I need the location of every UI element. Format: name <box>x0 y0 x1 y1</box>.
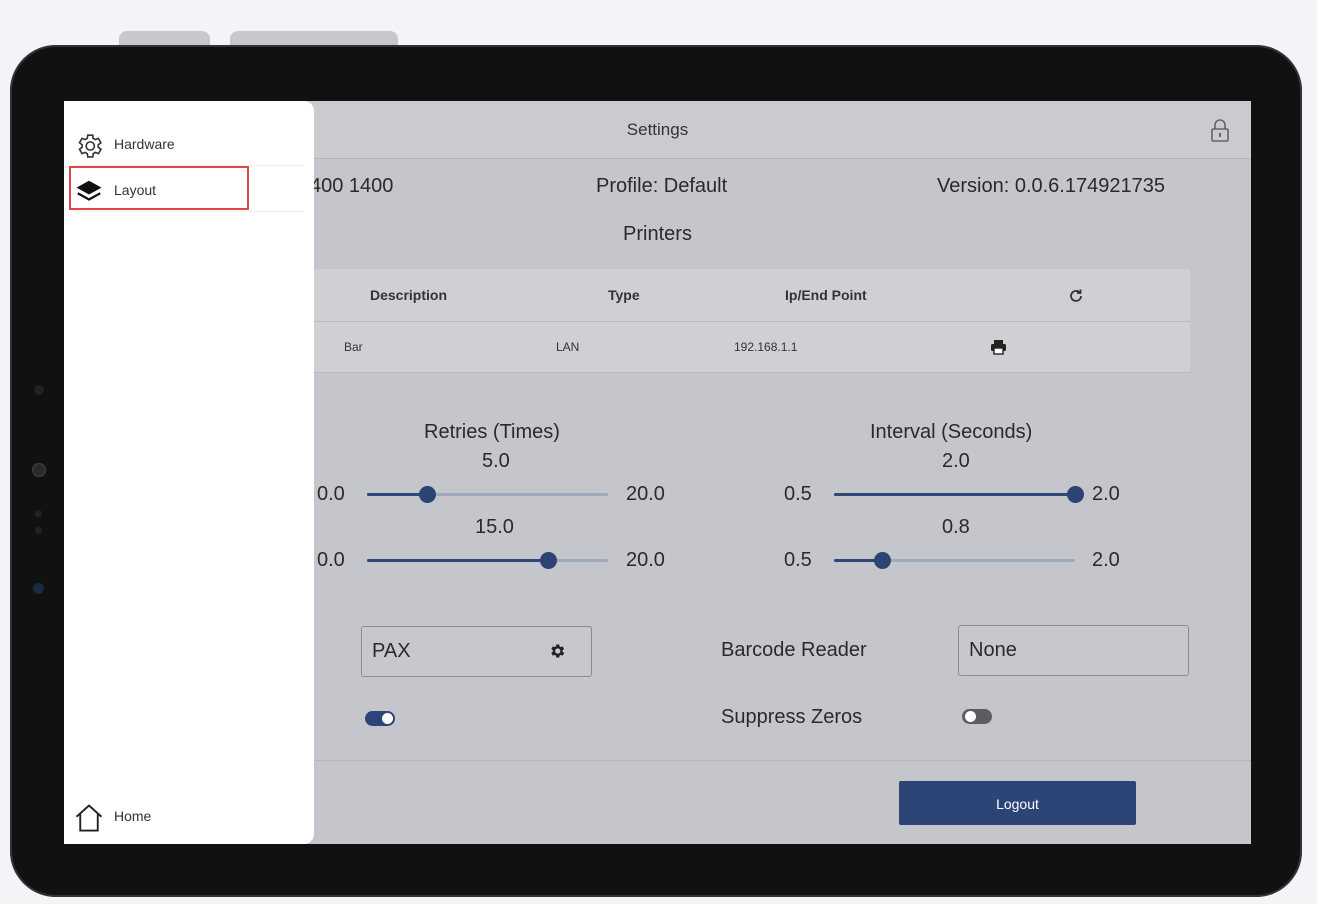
gear-icon <box>78 134 103 158</box>
interval-slider2-min: 0.5 <box>784 549 812 571</box>
drawer-divider <box>74 211 304 212</box>
drawer-item-hardware[interactable]: Hardware <box>64 121 304 165</box>
lock-icon[interactable] <box>1209 119 1231 143</box>
selection-highlight <box>69 166 249 210</box>
profile-info: Profile: Default <box>596 175 728 197</box>
footer-divider <box>314 760 1251 761</box>
slider-fill <box>367 493 428 496</box>
drawer-item-label: Hardware <box>114 136 175 152</box>
interval-slider1-value: 2.0 <box>942 450 970 472</box>
column-header-type: Type <box>608 287 640 303</box>
drawer-item-home[interactable]: Home <box>64 793 304 837</box>
column-header-endpoint: Ip/End Point <box>785 287 867 303</box>
printer-type: LAN <box>556 340 580 354</box>
camera-dot <box>34 385 44 395</box>
interval-slider1-min: 0.5 <box>784 483 812 505</box>
column-header-description: Description <box>370 287 448 303</box>
interval-slider2-max: 2.0 <box>1092 549 1120 571</box>
barcode-reader-label: Barcode Reader <box>721 639 867 661</box>
retries-slider2-max: 20.0 <box>626 549 665 571</box>
printers-table: Description Type Ip/End Point Bar LAN 19… <box>314 269 1190 373</box>
barcode-reader-value: None <box>969 639 1017 661</box>
sensor-dot <box>35 527 42 534</box>
toggle-knob <box>965 711 976 722</box>
table-row[interactable]: Bar LAN 192.168.1.1 <box>314 321 1190 373</box>
slider-thumb[interactable] <box>539 552 557 569</box>
left-toggle[interactable] <box>365 711 395 726</box>
logout-button[interactable]: Logout <box>899 781 1136 825</box>
printer-endpoint: 192.168.1.1 <box>734 340 798 354</box>
slider-thumb[interactable] <box>419 486 437 503</box>
device-info: 400 1400 <box>310 175 394 197</box>
retries-slider2-min: 0.0 <box>317 549 345 571</box>
interval-slider1-max: 2.0 <box>1092 483 1120 505</box>
interval-slider1[interactable] <box>834 486 1084 503</box>
home-icon <box>75 804 103 832</box>
retries-slider2[interactable] <box>367 552 608 569</box>
retries-slider1-value: 5.0 <box>482 450 510 472</box>
slider-fill <box>834 493 1075 496</box>
suppress-zeros-label: Suppress Zeros <box>721 706 863 728</box>
slider-fill <box>367 559 548 562</box>
retries-label: Retries (Times) <box>424 421 560 443</box>
retries-slider1-min: 0.0 <box>317 483 345 505</box>
retries-slider1-max: 20.0 <box>626 483 665 505</box>
retries-slider1[interactable] <box>367 486 608 503</box>
interval-label: Interval (Seconds) <box>870 421 1033 443</box>
slider-thumb[interactable] <box>1067 486 1084 503</box>
app-screen: Settings 400 1400 Profile: Default Versi… <box>64 101 1251 844</box>
version-info: Version: 0.0.6.174921735 <box>937 175 1165 197</box>
camera-dot <box>33 583 44 594</box>
barcode-reader-field[interactable]: None <box>958 625 1189 676</box>
slider-thumb[interactable] <box>874 552 892 569</box>
printer-description: Bar <box>344 340 363 354</box>
suppress-zeros-toggle[interactable] <box>962 709 992 724</box>
navigation-drawer: Hardware Layout Home <box>64 101 314 844</box>
payment-device-field[interactable]: PAX <box>361 626 592 677</box>
camera-lens <box>32 463 46 477</box>
gear-icon[interactable] <box>548 642 566 660</box>
retries-slider2-value: 15.0 <box>475 516 514 538</box>
refresh-icon[interactable] <box>1068 288 1084 304</box>
interval-slider2-value: 0.8 <box>942 516 970 538</box>
interval-slider2[interactable] <box>834 552 1075 569</box>
printer-icon[interactable] <box>990 339 1007 355</box>
toggle-knob <box>382 713 393 724</box>
payment-device-value: PAX <box>372 640 411 662</box>
drawer-item-label: Home <box>114 808 152 824</box>
sensor-dot <box>35 510 42 517</box>
